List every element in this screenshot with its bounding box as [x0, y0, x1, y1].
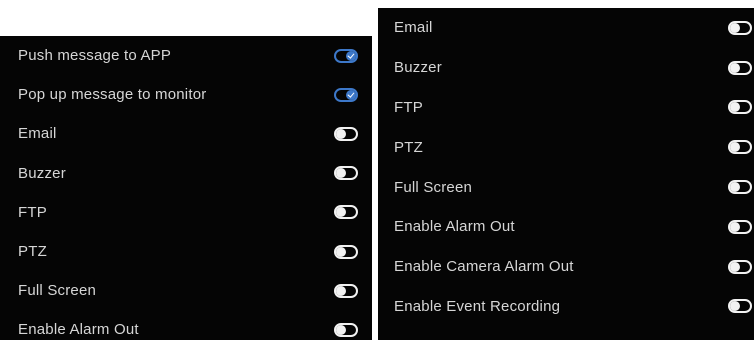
toggle-knob — [730, 301, 740, 312]
setting-row-ptz: PTZ — [0, 232, 372, 271]
email-toggle[interactable] — [334, 126, 358, 141]
camera-alarm-out-toggle[interactable] — [728, 259, 752, 274]
toggle-knob — [730, 221, 740, 232]
toggle-knob — [336, 168, 346, 179]
ptz-toggle[interactable] — [728, 140, 752, 155]
buzzer-toggle[interactable] — [728, 60, 752, 75]
setting-label: Full Screen — [18, 282, 97, 300]
alarm-out-toggle[interactable] — [334, 322, 358, 337]
setting-row-email: Email — [0, 114, 372, 153]
setting-label: PTZ — [394, 138, 423, 156]
left-settings-panel: Push message to APP Pop up message to mo… — [0, 36, 372, 340]
setting-row-popup-monitor: Pop up message to monitor — [0, 75, 372, 114]
toggle-knob — [730, 261, 740, 272]
setting-row-ptz: PTZ — [378, 127, 754, 167]
buzzer-toggle[interactable] — [334, 166, 358, 181]
toggle-knob — [346, 89, 356, 100]
setting-row-ftp: FTP — [378, 88, 754, 128]
setting-label: Enable Alarm Out — [18, 321, 139, 339]
setting-label: Buzzer — [18, 164, 66, 182]
toggle-knob — [336, 285, 346, 296]
setting-label: Buzzer — [394, 59, 442, 77]
setting-row-alarm-out: Enable Alarm Out — [0, 310, 372, 349]
setting-label: Enable Event Recording — [394, 297, 561, 315]
right-settings-panel: Email Buzzer FTP PTZ Full Screen Enable … — [378, 8, 754, 340]
toggle-knob — [336, 324, 346, 335]
setting-label: Push message to APP — [18, 47, 172, 65]
toggle-knob — [730, 62, 740, 73]
setting-label: Email — [18, 125, 57, 143]
setting-label: PTZ — [18, 243, 47, 261]
email-toggle[interactable] — [728, 20, 752, 35]
event-recording-toggle[interactable] — [728, 299, 752, 314]
setting-label: Enable Camera Alarm Out — [394, 258, 574, 276]
popup-monitor-toggle[interactable] — [334, 87, 358, 102]
toggle-knob — [730, 22, 740, 33]
toggle-knob — [730, 102, 740, 113]
setting-label: FTP — [394, 98, 423, 116]
setting-row-camera-alarm-out: Enable Camera Alarm Out — [378, 247, 754, 287]
toggle-knob — [346, 50, 356, 61]
ftp-toggle[interactable] — [728, 100, 752, 115]
full-screen-toggle[interactable] — [728, 180, 752, 195]
setting-row-buzzer: Buzzer — [378, 48, 754, 88]
toggle-knob — [336, 128, 346, 139]
setting-row-event-recording: Enable Event Recording — [378, 287, 754, 327]
setting-row-push-to-app: Push message to APP — [0, 36, 372, 75]
alarm-out-toggle[interactable] — [728, 219, 752, 234]
toggle-knob — [730, 142, 740, 153]
setting-row-buzzer: Buzzer — [0, 154, 372, 193]
toggle-knob — [336, 207, 346, 218]
setting-label: Email — [394, 19, 433, 37]
setting-row-alarm-out: Enable Alarm Out — [378, 207, 754, 247]
setting-label: FTP — [18, 203, 47, 221]
setting-label: Full Screen — [394, 178, 473, 196]
full-screen-toggle[interactable] — [334, 283, 358, 298]
ptz-toggle[interactable] — [334, 244, 358, 259]
toggle-knob — [336, 246, 346, 257]
setting-label: Enable Alarm Out — [394, 218, 515, 236]
setting-label: Pop up message to monitor — [18, 86, 207, 104]
push-to-app-toggle[interactable] — [334, 48, 358, 63]
setting-row-full-screen: Full Screen — [0, 271, 372, 310]
toggle-knob — [730, 182, 740, 193]
setting-row-full-screen: Full Screen — [378, 167, 754, 207]
ftp-toggle[interactable] — [334, 205, 358, 220]
setting-row-ftp: FTP — [0, 193, 372, 232]
setting-row-email: Email — [378, 8, 754, 48]
